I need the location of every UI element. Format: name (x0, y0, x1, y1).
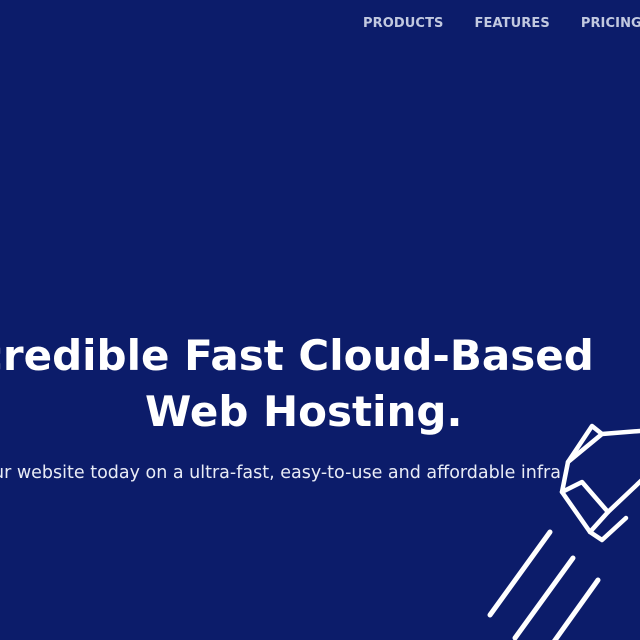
nav-item-products[interactable]: PRODUCTS (363, 16, 444, 31)
nav-item-pricing[interactable]: PRICING (581, 16, 640, 31)
rocket-body (559, 428, 640, 535)
rocket-icon (487, 423, 640, 640)
hero-title-line-1: credible Fast Cloud-Based (0, 331, 594, 380)
hero-title-line-2: Web Hosting. (145, 387, 463, 436)
main-nav: PRODUCTS FEATURES PRICING (363, 16, 640, 31)
speed-line-3 (552, 577, 601, 640)
nav-item-features[interactable]: FEATURES (475, 16, 550, 31)
rocket-fin-top (565, 423, 605, 465)
rocket-panel (559, 479, 611, 515)
